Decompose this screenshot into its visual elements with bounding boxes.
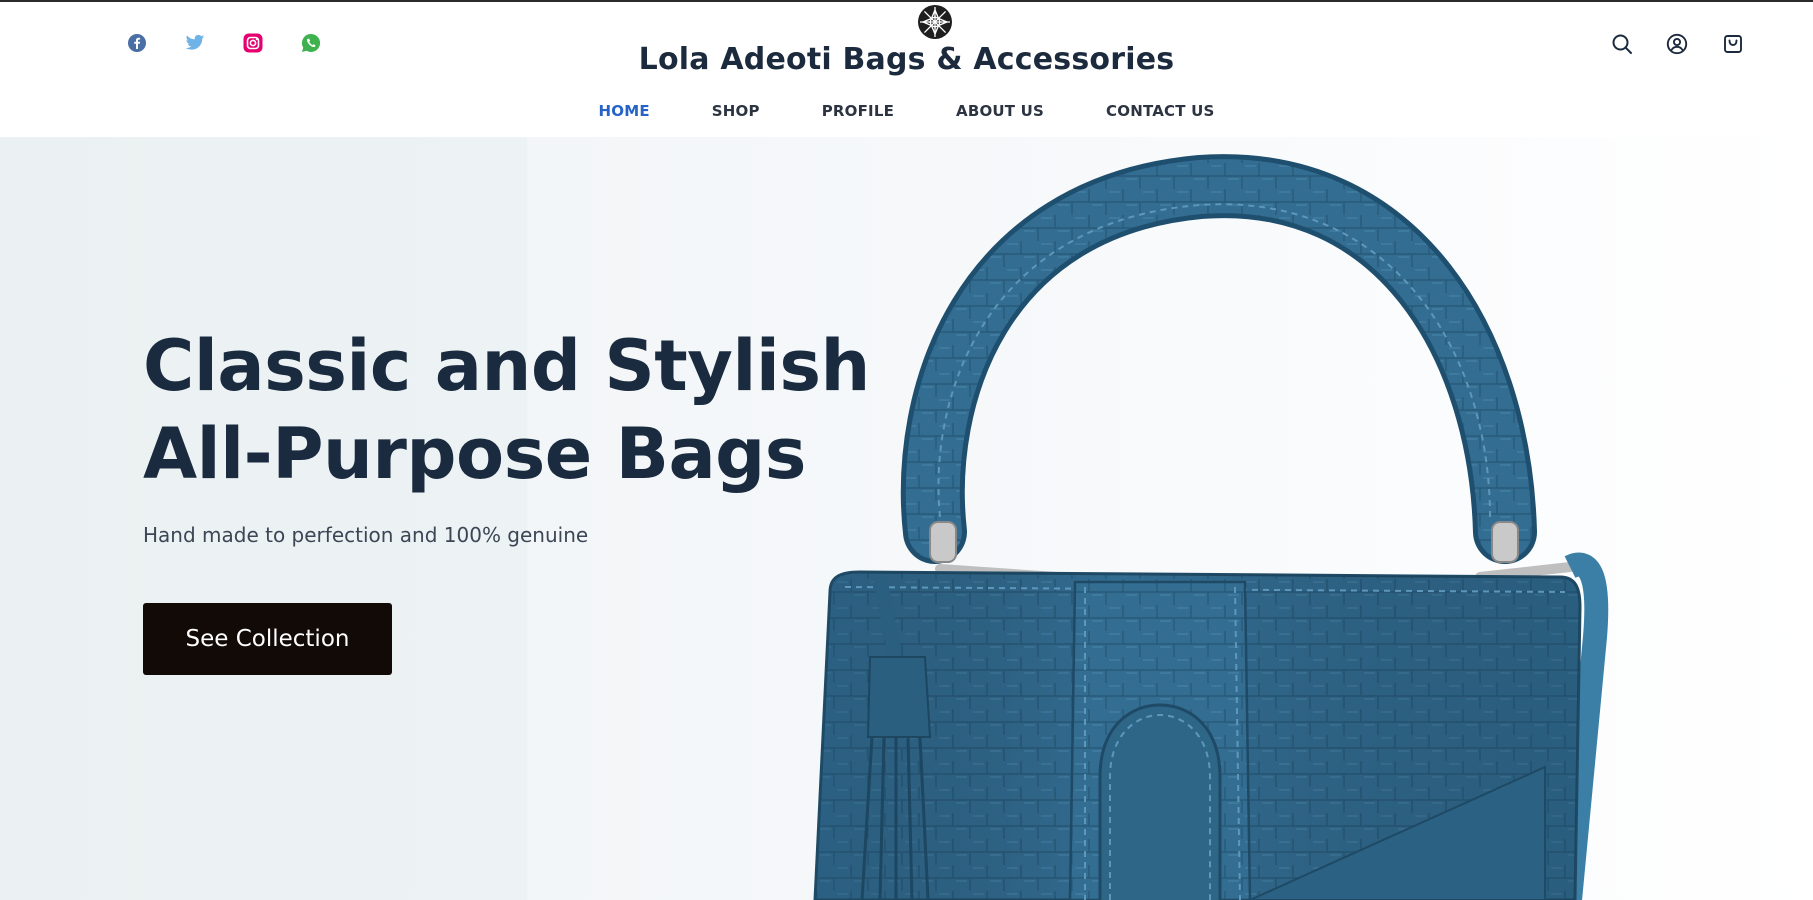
see-collection-button[interactable]: See Collection	[143, 603, 392, 675]
nav-profile[interactable]: PROFILE	[822, 102, 894, 120]
hero-title: Classic and Stylish All-Purpose Bags	[143, 325, 870, 495]
account-button[interactable]	[1665, 32, 1689, 56]
hero-shade	[0, 137, 527, 900]
hero-section: Classic and Stylish All-Purpose Bags Han…	[0, 137, 1813, 900]
brand-logo-icon	[918, 5, 952, 39]
nav-home[interactable]: HOME	[599, 102, 650, 120]
search-button[interactable]	[1610, 32, 1634, 56]
brand-name[interactable]: Lola Adeoti Bags & Accessories	[0, 42, 1813, 77]
search-icon	[1612, 34, 1632, 54]
main-nav: HOME SHOP PROFILE ABOUT US CONTACT US	[0, 102, 1813, 120]
cart-button[interactable]	[1721, 32, 1745, 56]
site-header: Lola Adeoti Bags & Accessories HOME SHOP…	[0, 2, 1813, 137]
brand-logo[interactable]	[917, 4, 953, 40]
nav-about-us[interactable]: ABOUT US	[956, 102, 1044, 120]
nav-contact-us[interactable]: CONTACT US	[1106, 102, 1214, 120]
nav-shop[interactable]: SHOP	[712, 102, 760, 120]
hero-image	[813, 154, 1609, 900]
account-icon	[1666, 33, 1688, 55]
hero-subtitle: Hand made to perfection and 100% genuine	[143, 523, 589, 547]
cart-icon	[1724, 35, 1742, 53]
page: Lola Adeoti Bags & Accessories HOME SHOP…	[0, 0, 1813, 900]
